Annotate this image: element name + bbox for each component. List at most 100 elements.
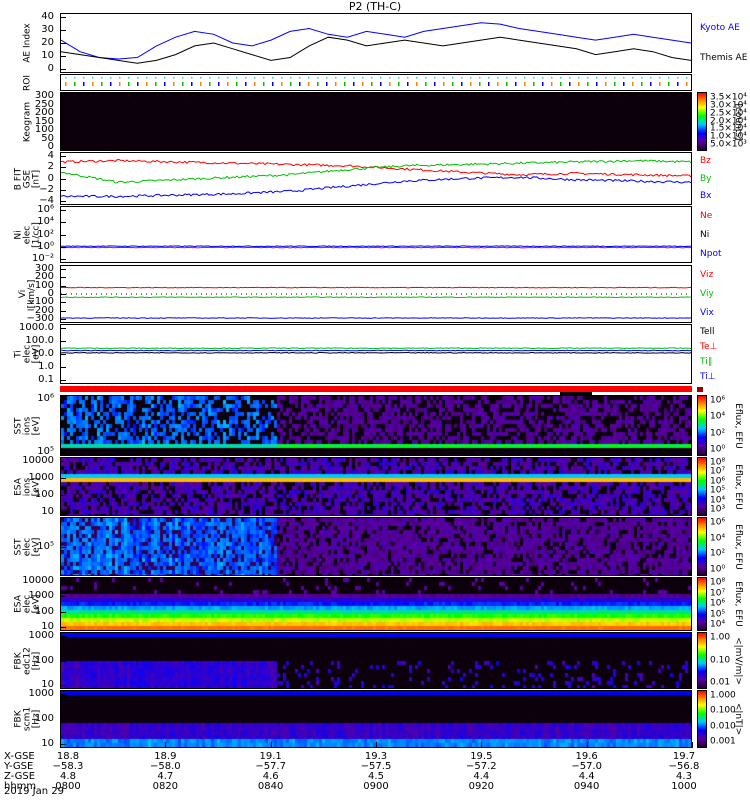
roi-marker xyxy=(326,82,328,86)
colorbar-unit-label: Eflux, EFU xyxy=(733,402,743,449)
y-tick-label: 10 xyxy=(41,506,54,517)
colorbar-fbk_edc12 xyxy=(697,632,707,689)
roi-marker xyxy=(173,77,175,79)
roi-marker xyxy=(227,82,229,86)
spectrogram-fbk_scm1 xyxy=(61,691,691,747)
y-axis-label: SST ions [eV] xyxy=(14,416,42,435)
y-tick-label: 40 xyxy=(41,11,54,22)
roi-marker xyxy=(389,82,391,86)
panel-roi xyxy=(60,74,692,91)
roi-marker xyxy=(623,82,625,86)
plot-title: P2 (TH-C) xyxy=(348,0,402,13)
roi-marker xyxy=(470,82,472,86)
roi-marker xyxy=(272,82,274,86)
panel-ae xyxy=(60,13,692,73)
line-plot-ae xyxy=(61,22,691,64)
roi-marker xyxy=(587,82,589,86)
roi-marker xyxy=(110,82,112,86)
y-tick-mark xyxy=(60,302,66,304)
x-tick-mark xyxy=(481,742,483,748)
y-tick-label: 1000 xyxy=(28,590,54,602)
roi-marker xyxy=(200,82,202,86)
y-tick-label: 4 xyxy=(47,150,54,161)
roi-marker xyxy=(578,77,580,79)
panel-vi xyxy=(60,265,692,323)
y-tick-mark xyxy=(60,367,66,368)
series-viz xyxy=(61,286,691,289)
y-tick-mark xyxy=(60,380,66,381)
roi-marker xyxy=(488,82,490,86)
colorbar-tick-label: 10⁴ xyxy=(710,619,726,630)
y-tick-mark xyxy=(60,43,66,44)
roi-marker xyxy=(542,77,544,79)
y-tick-mark xyxy=(60,354,66,355)
colorbar-unit-label: Eflux, EFU xyxy=(733,463,743,510)
roi-marker xyxy=(317,82,319,86)
roi-marker xyxy=(533,82,535,86)
y-tick-label: 10 xyxy=(41,738,54,749)
y-tick-mark xyxy=(60,189,66,191)
roi-marker xyxy=(74,82,76,86)
legend-entry: Kyoto AE xyxy=(700,23,740,33)
roi-marker xyxy=(515,82,517,86)
legend-entry: Npot xyxy=(700,248,722,259)
roi-marker xyxy=(506,77,508,79)
roi-marker xyxy=(470,77,472,79)
roi-marker xyxy=(623,77,625,79)
roi-marker xyxy=(182,82,184,86)
y-tick-label: 100 xyxy=(34,489,54,500)
y-tick-mark xyxy=(60,104,66,106)
roi-marker xyxy=(290,77,292,79)
roi-marker xyxy=(119,82,121,86)
roi-marker xyxy=(146,77,148,79)
y-tick-mark xyxy=(60,130,66,131)
roi-marker xyxy=(119,77,121,79)
spectrogram-esa_ions xyxy=(61,458,691,515)
roi-marker xyxy=(137,77,139,79)
legend-entry: Viz xyxy=(700,269,714,280)
roi-marker xyxy=(380,77,382,79)
roi-marker xyxy=(542,82,544,86)
roi-marker xyxy=(389,77,391,79)
roi-marker xyxy=(245,77,247,79)
roi-marker xyxy=(596,77,598,79)
colorbar-unit-label: Eflux, EFU xyxy=(733,523,743,570)
y-tick-label: 10 xyxy=(41,50,54,61)
roi-marker xyxy=(461,82,463,86)
y-tick-mark xyxy=(60,277,66,279)
y-tick-mark xyxy=(60,611,66,613)
x-tick-mark xyxy=(270,742,272,748)
colorbar-tick-label: 0.001 xyxy=(710,736,736,747)
roi-marker xyxy=(632,77,634,79)
roi-marker xyxy=(407,82,409,86)
roi-marker xyxy=(551,82,553,86)
roi-marker xyxy=(533,77,535,79)
colorbar-tick-label: 1.000 xyxy=(710,690,736,701)
y-tick-label: 1000 xyxy=(28,630,54,641)
y-tick-mark xyxy=(60,147,66,148)
roi-marker xyxy=(308,82,310,86)
y-axis-label-line: [eV] xyxy=(31,416,42,435)
legend-entry: Themis AE xyxy=(700,53,748,63)
colorbar-tick-label: 10² xyxy=(710,548,726,559)
y-tick-label: 10⁶ xyxy=(37,204,54,215)
y-tick-mark xyxy=(60,246,66,248)
roi-marker xyxy=(524,82,526,86)
y-tick-label: 100.0 xyxy=(25,335,54,346)
roi-marker xyxy=(326,77,328,79)
series-npot xyxy=(61,245,691,248)
colorbar-tick-label: 10⁴ xyxy=(710,411,726,422)
roi-marker xyxy=(362,82,364,86)
y-tick-mark xyxy=(60,113,66,114)
colorbar-sst_elec xyxy=(697,517,707,576)
roi-marker xyxy=(659,77,661,79)
colorbar-keogram xyxy=(697,92,707,151)
y-tick-mark xyxy=(60,660,66,662)
roi-marker xyxy=(434,82,436,86)
x-tick-mark xyxy=(165,742,167,748)
roi-marker xyxy=(524,77,526,79)
roi-marker xyxy=(686,82,688,86)
roi-marker xyxy=(641,82,643,86)
roi-marker xyxy=(155,82,157,86)
y-tick-label: 10⁰ xyxy=(37,240,54,252)
